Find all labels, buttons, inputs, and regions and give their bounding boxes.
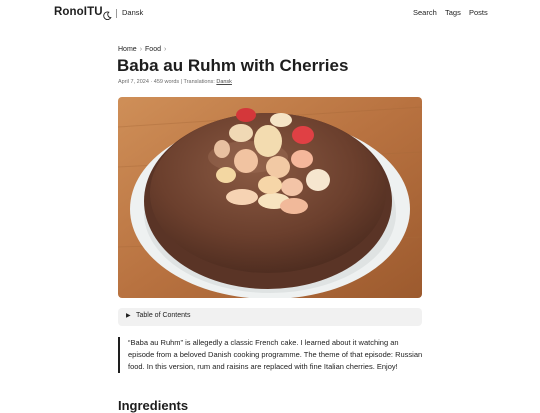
hero-image: [118, 97, 422, 298]
site-header: RonoITU Dansk Search Tags Posts: [0, 0, 540, 26]
nav-search[interactable]: Search: [413, 8, 437, 17]
nav-posts[interactable]: Posts: [469, 8, 488, 17]
triangle-right-icon: ▶: [126, 313, 131, 319]
breadcrumb: Home › Food ›: [118, 46, 169, 53]
breadcrumb-food[interactable]: Food: [145, 46, 161, 53]
site-logo[interactable]: RonoITU: [54, 6, 103, 18]
breadcrumb-home[interactable]: Home: [118, 46, 137, 53]
intro-blockquote: “Baba au Ruhm” is allegedly a classic Fr…: [118, 337, 424, 373]
breadcrumb-separator: ›: [139, 46, 143, 53]
language-switch[interactable]: Dansk: [122, 8, 143, 17]
toc-label: Table of Contents: [136, 312, 191, 319]
moon-icon[interactable]: [102, 8, 112, 20]
post-meta: April 7, 2024 · 459 words | Translations…: [118, 79, 232, 85]
translation-link[interactable]: Dansk: [216, 79, 232, 85]
ingredients-heading: Ingredients: [118, 398, 189, 413]
page-title: Baba au Ruhm with Cherries: [117, 56, 349, 75]
breadcrumb-separator: ›: [164, 46, 167, 53]
nav-tags[interactable]: Tags: [445, 8, 461, 17]
table-of-contents[interactable]: ▶ Table of Contents: [118, 308, 422, 326]
header-separator: [116, 9, 117, 18]
post-meta-text: April 7, 2024 · 459 words | Translations…: [118, 79, 215, 85]
